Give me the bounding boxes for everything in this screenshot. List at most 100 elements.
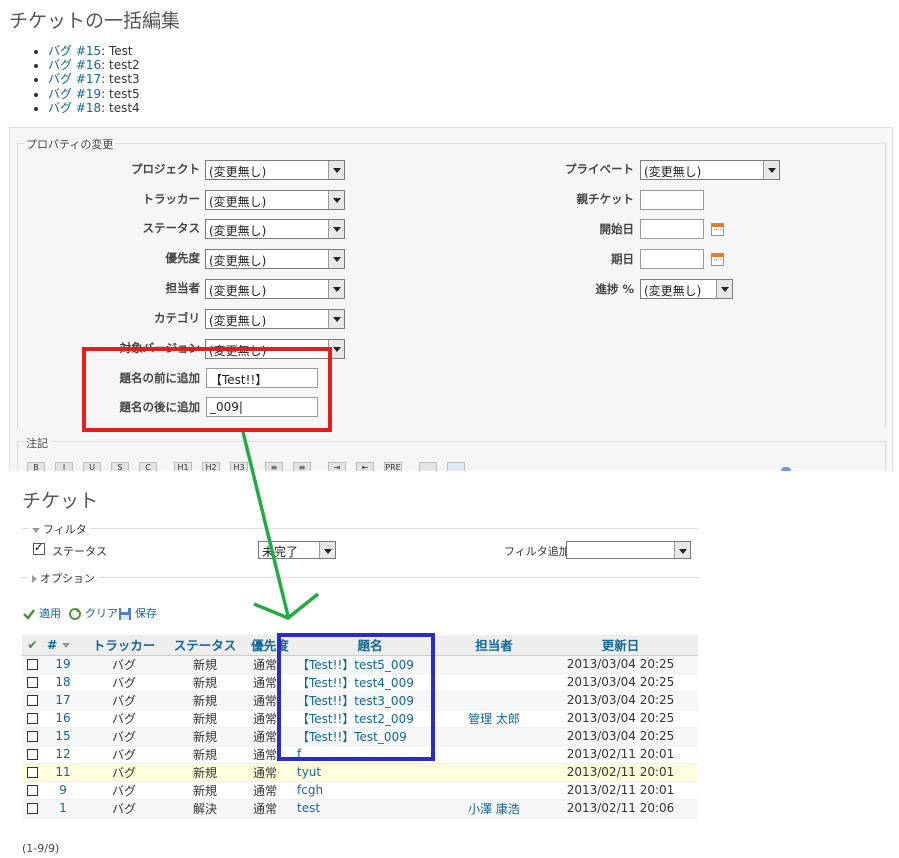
ol-button[interactable]: ≡	[293, 462, 311, 471]
add-filter-select[interactable]	[566, 541, 691, 559]
done-ratio-select[interactable]: (変更無し)	[640, 279, 733, 299]
assignee-link[interactable]: 管理 太郎	[468, 712, 520, 726]
issue-id-cell: 17	[43, 691, 83, 710]
column-header-updated[interactable]: 更新日	[543, 635, 698, 656]
issue-id-link[interactable]: 9	[59, 783, 67, 797]
due-date-input[interactable]	[640, 249, 704, 269]
table-row[interactable]: 9 バグ 新規 通常 fcgh 2013/02/11 20:01	[22, 781, 698, 800]
calendar-icon[interactable]	[711, 223, 724, 236]
table-row[interactable]: 11 バグ 新規 通常 tyut 2013/02/11 20:01	[22, 763, 698, 782]
filter-legend[interactable]: フィルタ	[29, 521, 90, 537]
issue-id-link[interactable]: 18	[55, 675, 70, 689]
chevron-down-icon	[328, 280, 344, 298]
issue-link[interactable]: バグ #15	[48, 44, 101, 58]
issue-link[interactable]: バグ #19	[48, 87, 101, 101]
h2-button[interactable]: H2	[202, 462, 220, 471]
underline-button[interactable]: U	[83, 462, 101, 471]
status-cell: 新規	[165, 709, 245, 728]
prefix-suffix-highlight-box	[82, 347, 332, 432]
row-checkbox[interactable]	[27, 713, 38, 724]
parent-issue-input[interactable]	[640, 190, 704, 210]
assignee-cell	[445, 673, 543, 692]
link-button[interactable]	[419, 462, 437, 471]
chevron-down-icon	[716, 280, 732, 298]
issue-id-link[interactable]: 1	[59, 801, 67, 815]
issue-link[interactable]: バグ #16	[48, 58, 101, 72]
list-item: バグ #19: test5	[48, 87, 140, 101]
strike-button[interactable]: S	[111, 462, 129, 471]
bold-button[interactable]: B	[27, 462, 45, 471]
status-cell: 新規	[165, 763, 245, 782]
h1-button[interactable]: H1	[174, 462, 192, 471]
table-row[interactable]: 1 バグ 解決 通常 test 小澤 康浩 2013/02/11 20:06	[22, 799, 698, 818]
h3-button[interactable]: H3	[230, 462, 248, 471]
issue-id-link[interactable]: 15	[55, 729, 70, 743]
row-checkbox[interactable]	[27, 695, 38, 706]
issue-subject-link[interactable]: fcgh	[297, 783, 323, 797]
pre-button[interactable]: PRE	[384, 462, 402, 471]
assignee-link[interactable]: 小澤 康浩	[468, 802, 520, 816]
save-button[interactable]: 保存	[118, 605, 157, 621]
status-label: ステータス	[142, 221, 201, 235]
help-icon[interactable]	[781, 467, 791, 471]
code-button[interactable]: C	[139, 462, 157, 471]
start-date-label: 開始日	[599, 222, 635, 236]
status-operator-select[interactable]: 未完了	[258, 541, 336, 559]
status-cell: 新規	[165, 655, 245, 674]
properties-legend: プロパティの変更	[24, 136, 116, 152]
private-select[interactable]: (変更無し)	[640, 160, 780, 180]
status-cell: 新規	[165, 781, 245, 800]
ul-button[interactable]: ≡	[265, 462, 283, 471]
row-checkbox[interactable]	[27, 785, 38, 796]
priority-select[interactable]: (変更無し)	[205, 249, 345, 269]
apply-label: 適用	[39, 607, 61, 620]
status-select[interactable]: (変更無し)	[205, 219, 345, 239]
issue-link[interactable]: バグ #17	[48, 72, 101, 86]
status-filter-label: ステータス	[52, 545, 107, 558]
updated-cell: 2013/02/11 20:06	[543, 799, 698, 818]
select-all-toggle[interactable]: ✔	[22, 635, 43, 656]
category-select[interactable]: (変更無し)	[205, 309, 345, 329]
outdent-button[interactable]: ⇤	[356, 462, 374, 471]
apply-button[interactable]: 適用	[22, 605, 61, 621]
start-date-input[interactable]	[640, 219, 704, 239]
done-ratio-label: 進捗 %	[595, 282, 634, 296]
list-item: バグ #17: test3	[48, 72, 140, 86]
column-header-id[interactable]: #	[43, 635, 83, 656]
row-checkbox[interactable]	[27, 731, 38, 742]
column-header-assignee[interactable]: 担当者	[445, 635, 543, 656]
image-button[interactable]	[447, 462, 465, 471]
clear-button[interactable]: クリア	[68, 605, 118, 621]
issues-title: チケット	[22, 490, 99, 512]
italic-button[interactable]: I	[55, 462, 73, 471]
status-filter-checkbox[interactable]	[33, 541, 45, 555]
issue-id-link[interactable]: 17	[55, 693, 70, 707]
row-checkbox[interactable]	[27, 749, 38, 760]
issue-id-link[interactable]: 12	[55, 747, 70, 761]
project-select[interactable]: (変更無し)	[205, 160, 345, 180]
row-checkbox[interactable]	[27, 677, 38, 688]
row-checkbox[interactable]	[27, 659, 38, 670]
column-header-tracker[interactable]: トラッカー	[83, 635, 165, 656]
issue-link[interactable]: バグ #18	[48, 101, 101, 115]
issue-subject-link[interactable]: tyut	[297, 765, 321, 779]
column-header-status[interactable]: ステータス	[165, 635, 245, 656]
priority-cell: 通常	[245, 763, 295, 782]
options-legend[interactable]: オプション	[29, 570, 98, 586]
assignee-label: 担当者	[165, 281, 201, 295]
row-checkbox[interactable]	[27, 767, 38, 778]
calendar-icon[interactable]	[711, 253, 724, 266]
row-checkbox[interactable]	[27, 803, 38, 814]
assignee-cell	[445, 691, 543, 710]
assignee-select[interactable]: (変更無し)	[205, 279, 345, 299]
issue-subject-link[interactable]: test	[297, 801, 320, 815]
issue-id-link[interactable]: 19	[55, 657, 70, 671]
issue-id-link[interactable]: 16	[55, 711, 70, 725]
expand-arrow-icon	[32, 527, 40, 533]
pagination: (1-9/9)	[22, 842, 60, 855]
issue-id-link[interactable]: 11	[55, 765, 70, 779]
indent-button[interactable]: ⇥	[328, 462, 346, 471]
tracker-select[interactable]: (変更無し)	[205, 190, 345, 210]
private-label: プライベート	[565, 162, 634, 176]
chevron-down-icon	[328, 250, 344, 268]
